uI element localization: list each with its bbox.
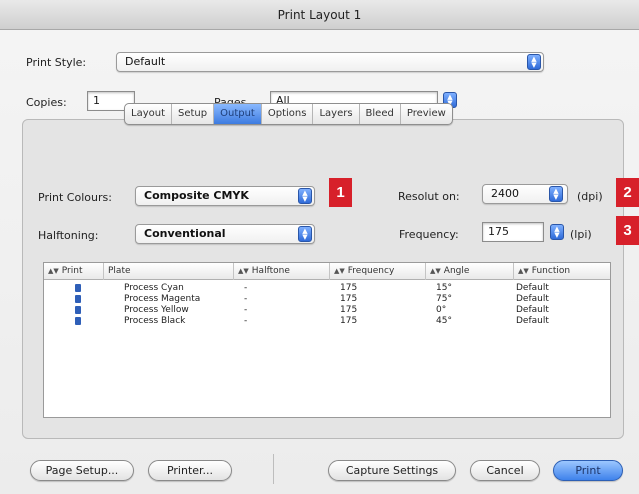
halftone-cell: - <box>244 283 248 293</box>
column-angle[interactable]: ▲▼ Angle <box>426 263 514 280</box>
table-row[interactable]: Process Black - 175 45° Default <box>44 316 610 327</box>
print-checkbox[interactable] <box>75 295 81 303</box>
print-style-value: Default <box>125 55 166 68</box>
print-checkbox[interactable] <box>75 284 81 292</box>
function-cell: Default <box>516 305 549 315</box>
printer-button[interactable]: Printer... <box>148 460 232 481</box>
angle-cell: 0° <box>436 305 447 315</box>
plates-table: ▲▼ Print Plate ▲▼ Halftone ▲▼ Frequency ▲▼ A… <box>43 262 611 418</box>
copies-label: Copies: <box>26 96 67 109</box>
callout-badge-1: 1 <box>329 178 352 207</box>
cancel-button[interactable]: Cancel <box>470 460 540 481</box>
angle-cell: 45° <box>436 316 452 326</box>
print-colours-select[interactable]: Composite CMYK <box>135 186 315 206</box>
print-style-label: Print Style: <box>26 56 87 69</box>
function-cell: Default <box>516 283 549 293</box>
tab-layout[interactable]: Layout <box>125 104 172 124</box>
frequency-stepper-icon[interactable]: ▲ ▼ <box>550 224 564 240</box>
column-plate[interactable]: Plate <box>104 263 234 280</box>
table-row[interactable]: Process Magenta - 175 75° Default <box>44 294 610 305</box>
angle-cell: 75° <box>436 294 452 304</box>
function-cell: Default <box>516 316 549 326</box>
table-row[interactable]: Process Yellow - 175 0° Default <box>44 305 610 316</box>
column-frequency[interactable]: ▲▼ Frequency <box>330 263 426 280</box>
frequency-unit: (lpi) <box>570 228 592 241</box>
print-colours-label: Print Colours: <box>38 191 112 204</box>
tab-options[interactable]: Options <box>262 104 314 124</box>
halftone-cell: - <box>244 316 248 326</box>
tab-bleed[interactable]: Bleed <box>360 104 401 124</box>
halftoning-select[interactable]: Conventional <box>135 224 315 244</box>
plate-cell: Process Yellow <box>124 305 189 315</box>
halftone-cell: - <box>244 294 248 304</box>
tab-bar: Layout Setup Output Options Layers Bleed… <box>124 103 453 125</box>
print-checkbox[interactable] <box>75 317 81 325</box>
table-header: ▲▼ Print Plate ▲▼ Halftone ▲▼ Frequency ▲▼ A… <box>44 263 610 280</box>
halftoning-value: Conventional <box>144 227 226 240</box>
print-checkbox[interactable] <box>75 306 81 314</box>
tab-setup[interactable]: Setup <box>172 104 215 124</box>
callout-badge-2: 2 <box>616 178 639 207</box>
plate-cell: Process Black <box>124 316 186 326</box>
plate-cell: Process Cyan <box>124 283 184 293</box>
frequency-cell: 175 <box>340 283 358 293</box>
halftone-cell: - <box>244 305 248 315</box>
angle-cell: 15° <box>436 283 452 293</box>
page-setup-button[interactable]: Page Setup... <box>30 460 134 481</box>
callout-badge-3: 3 <box>616 216 639 245</box>
halftoning-arrows-icon[interactable]: ▲ ▼ <box>298 226 312 242</box>
print-style-select[interactable]: Default <box>116 52 544 72</box>
window-title: Print Layout 1 <box>0 0 639 30</box>
column-halftone[interactable]: ▲▼ Halftone <box>234 263 330 280</box>
tab-output[interactable]: Output <box>214 104 262 124</box>
column-function[interactable]: ▲▼ Function <box>514 263 612 280</box>
frequency-label: Frequency: <box>399 228 459 241</box>
plate-cell: Process Magenta <box>124 294 201 304</box>
capture-settings-button[interactable]: Capture Settings <box>328 460 456 481</box>
print-colours-value: Composite CMYK <box>144 189 249 202</box>
resolution-arrows-icon[interactable]: ▲ ▼ <box>549 186 563 202</box>
resolution-value: 2400 <box>491 187 519 200</box>
frequency-cell: 175 <box>340 316 358 326</box>
tab-layers[interactable]: Layers <box>313 104 360 124</box>
frequency-cell: 175 <box>340 294 358 304</box>
resolution-unit: (dpi) <box>577 190 603 203</box>
button-separator <box>273 454 274 484</box>
frequency-field[interactable]: 175 <box>482 222 544 242</box>
print-button[interactable]: Print <box>553 460 623 481</box>
frequency-cell: 175 <box>340 305 358 315</box>
function-cell: Default <box>516 294 549 304</box>
print-colours-arrows-icon[interactable]: ▲ ▼ <box>298 188 312 204</box>
resolution-label: Resolut on: <box>398 190 460 203</box>
table-row[interactable]: Process Cyan - 175 15° Default <box>44 283 610 294</box>
tab-preview[interactable]: Preview <box>401 104 452 124</box>
print-style-arrows-icon[interactable]: ▲ ▼ <box>527 54 541 70</box>
column-print[interactable]: ▲▼ Print <box>44 263 104 280</box>
halftoning-label: Halftoning: <box>38 229 99 242</box>
